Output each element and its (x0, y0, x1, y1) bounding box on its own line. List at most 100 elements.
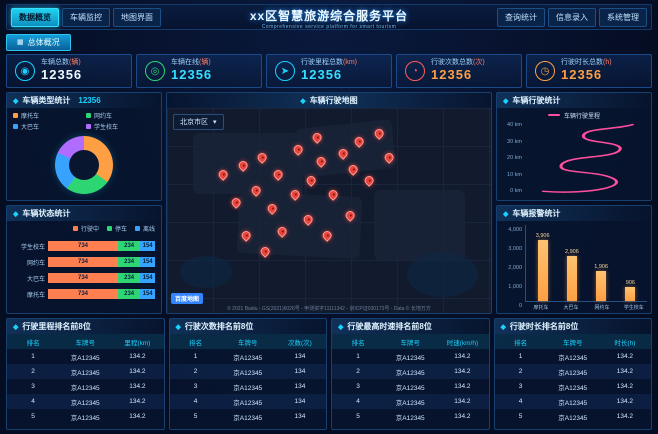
bar-segment: 234 (117, 273, 141, 283)
stat-value: 12356 (301, 67, 343, 83)
legend-swatch (72, 226, 78, 231)
car-icon: ◎ (145, 61, 165, 81)
bar-value-label: 906 (625, 279, 635, 286)
table-row: 4 京A12345 134 (169, 394, 326, 409)
chevron-down-icon: ▾ (213, 119, 217, 126)
table-row: 1 京A12345 134.2 (495, 349, 652, 364)
table-row: 4 京A12345 134.2 (7, 394, 164, 409)
map-water-shape (406, 251, 479, 297)
stat-card-trip-count-total: ◔ 行驶次数总数(次) 12356 (396, 54, 522, 88)
column-header: 排名 (7, 334, 60, 349)
nav-info-entry-button[interactable]: 信息录入 (548, 7, 596, 27)
column-header: 时长(h) (598, 334, 651, 349)
page-subtitle: Comprehensive service platform for smart… (261, 24, 397, 30)
table-cell: 京A12345 (70, 399, 100, 407)
table-row: 1 京A12345 134 (170, 349, 327, 364)
bar-column: 2,906 (563, 225, 581, 301)
column-header: 排名 (332, 334, 385, 349)
panel-vehicle-type: ◆ 车辆类型统计 12356 摩托车 网约车 大巴车 学生校车 (6, 92, 162, 201)
duration-ranking-table: 排名 车牌号 时长(h) 1 京A12345 134.2 2 京A12345 134.2 3 京A1… (494, 334, 652, 424)
map-region-select[interactable]: 北京市区 ▾ (173, 114, 224, 130)
table-cell: 2 (193, 368, 198, 375)
nav-vehicle-monitor-button[interactable]: 车辆监控 (62, 7, 110, 27)
table-cell: 京A12345 (233, 354, 263, 362)
nav-data-overview-button[interactable]: 数据概览 (11, 7, 59, 27)
category-label: 网约车 (594, 304, 610, 311)
bar-segment: 734 (48, 273, 118, 283)
stat-value: 12356 (171, 67, 213, 83)
table-cell: 京A12345 (70, 354, 100, 362)
table-row: 3 京A12345 134.2 (332, 379, 489, 394)
table-cell: 5 (31, 413, 35, 420)
bar-segment: 234 (117, 257, 141, 267)
column-header: 车牌号 (221, 334, 274, 349)
table-cell: 134 (294, 353, 306, 360)
stat-cards-row: ◉ 车辆总数(辆) 12356 ◎ 车辆在线(辆) 12356 ➤ 行驶里程总数… (6, 54, 652, 88)
bar-segment: 234 (117, 241, 141, 251)
panel-icon: ◆ (300, 97, 306, 105)
stat-card-duration-total: ◷ 行驶时长总数(h) 12356 (526, 54, 652, 88)
right-nav: 查询统计 信息录入 系统管理 (497, 7, 647, 27)
stat-unit: (h) (603, 59, 612, 66)
map-district-shape (236, 190, 363, 259)
table-row: 3 京A12345 134 (170, 379, 327, 394)
table-cell: 134.2 (616, 398, 634, 405)
mileage-line-chart (541, 123, 634, 193)
column-header: 里程(km) (111, 334, 164, 349)
stat-label: 行驶里程总数 (301, 59, 343, 66)
table-cell: 4 (356, 398, 360, 405)
bar-column: 3,906 (534, 225, 552, 301)
table-cell: 134.2 (129, 383, 146, 390)
table-cell: 1 (518, 353, 523, 360)
legend-swatch (13, 113, 18, 118)
column-header: 车牌号 (546, 334, 599, 349)
category-label: 摩托车 (26, 292, 45, 299)
grid-icon: ▦ (17, 39, 24, 46)
y-tick: 1,000 (508, 284, 522, 290)
panel-value: 12356 (78, 96, 101, 105)
stat-label: 车辆总数 (41, 59, 69, 66)
table-cell: 京A12345 (233, 384, 263, 392)
tab-row: ▦ 总体概况 (6, 33, 652, 51)
category-label: 网约车 (26, 260, 45, 267)
table-cell: 3 (31, 383, 35, 390)
legend-swatch (86, 124, 91, 129)
stat-value: 12356 (561, 67, 603, 83)
nav-query-stats-button[interactable]: 查询统计 (497, 7, 545, 27)
table-header-row: 排名 车牌号 时速(km/h) (332, 334, 489, 349)
right-column: ◆ 车辆行驶统计 车辆行驶里程 40 km 30 km 20 km 10 km 0 km (496, 92, 652, 314)
donut-legend: 摩托车 网约车 大巴车 学生校车 (13, 111, 155, 131)
bar (625, 286, 636, 301)
category-label: 学生校车 (20, 244, 45, 251)
map-canvas[interactable]: 北京市区 ▾ 百度地图 © 2021 Baidu - GS(2021)6026号… (167, 108, 491, 313)
table-header-row: 排名 车牌号 次数(次) (169, 334, 326, 349)
stat-value: 12356 (41, 67, 83, 83)
nav-map-view-button[interactable]: 地图界面 (113, 7, 161, 27)
table-cell: 134.2 (454, 413, 471, 420)
column-header: 车牌号 (384, 334, 437, 349)
nav-system-admin-button[interactable]: 系统管理 (599, 7, 647, 27)
table-cell: 134.2 (129, 353, 146, 360)
table-cell: 京A12345 (558, 369, 588, 377)
tab-overview[interactable]: ▦ 总体概况 (6, 33, 71, 51)
table-cell: 京A12345 (233, 399, 263, 407)
panel-alarm-stats: ◆ 车辆报警统计 4,000 3,000 2,000 1,000 0 3,906 2,90… (496, 205, 652, 314)
status-bar-row: 学生校车 734 234 154 (13, 241, 155, 251)
alarm-chart-y-axis: 4,000 3,000 2,000 1,000 0 (501, 225, 525, 311)
table-cell: 京A12345 (70, 369, 100, 377)
table-cell: 134.2 (616, 413, 634, 420)
map-region-label: 北京市区 (180, 119, 208, 126)
table-row: 3 京A12345 134.2 (495, 379, 652, 394)
table-cell: 134.2 (616, 353, 634, 360)
table-cell: 134 (294, 413, 306, 420)
table-cell: 2 (31, 368, 35, 375)
bar-column: 906 (621, 225, 639, 301)
left-column: ◆ 车辆类型统计 12356 摩托车 网约车 大巴车 学生校车 ◆ 车辆状态统计 行驶… (6, 92, 162, 314)
panel-title: 车辆状态统计 (22, 209, 71, 218)
map-marker-pin[interactable] (362, 173, 376, 187)
map-district-shape (192, 132, 304, 195)
mileage-ranking-table: 排名 车牌号 里程(km) 1 京A12345 134.2 2 京A12345 134.2 3 京A… (7, 334, 164, 424)
legend-label: 网约车 (94, 114, 113, 120)
panel-top-speed-ranking: ◆ 行驶最高时速排名前8位 排名 车牌号 时速(km/h) 1 京A12345 134.2… (331, 318, 490, 430)
table-cell: 2 (356, 368, 360, 375)
